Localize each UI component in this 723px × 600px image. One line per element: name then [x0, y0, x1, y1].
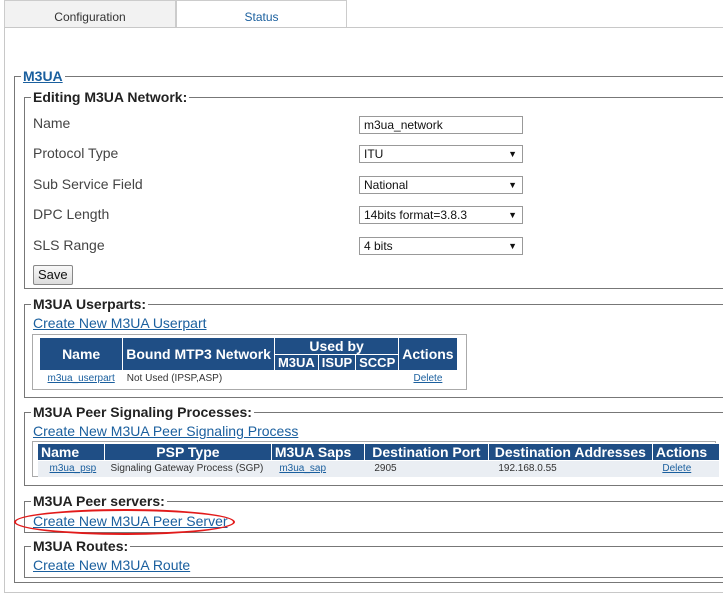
col-header-destination-port: Destination Port: [363, 443, 489, 461]
name-label: Name: [33, 115, 71, 131]
psp-sap-link[interactable]: m3ua_sap: [279, 463, 326, 474]
dropdown-arrow-icon: ▼: [508, 180, 517, 190]
psp-address-cell: 192.168.0.55: [488, 460, 653, 477]
create-psp-link[interactable]: Create New M3UA Peer Signaling Process: [33, 423, 298, 439]
psp-legend: M3UA Peer Signaling Processes:: [33, 404, 252, 420]
sls-range-label: SLS Range: [33, 237, 105, 253]
userpart-name-link[interactable]: m3ua_userpart: [48, 373, 115, 384]
protocol-type-label: Protocol Type: [33, 145, 119, 161]
col-header-m3ua-saps: M3UA Saps: [270, 443, 365, 461]
psp-port-cell: 2905: [364, 460, 489, 477]
col-header-actions: Actions: [651, 443, 720, 461]
userparts-legend: M3UA Userparts:: [33, 296, 147, 312]
protocol-type-select[interactable]: ITU ▼: [359, 145, 523, 163]
table-row: m3ua_userpart Not Used (IPSP,ASP) Delete: [39, 370, 458, 387]
dpc-length-value: 14bits format=3.8.3: [364, 208, 468, 222]
col-header-isup: ISUP: [317, 354, 357, 371]
col-header-sccp: SCCP: [355, 354, 400, 371]
routes-legend: M3UA Routes:: [33, 538, 129, 554]
network-legend: Editing M3UA Network:: [33, 89, 188, 105]
col-header-m3ua: M3UA: [273, 354, 319, 371]
col-header-name: Name: [38, 337, 124, 371]
dpc-length-label: DPC Length: [33, 206, 110, 222]
col-header-psp-type: PSP Type: [104, 443, 272, 461]
tab-configuration[interactable]: Configuration: [4, 0, 176, 28]
save-button[interactable]: Save: [33, 265, 73, 285]
dropdown-arrow-icon: ▼: [508, 241, 517, 251]
col-header-actions: Actions: [398, 337, 458, 371]
create-userpart-link[interactable]: Create New M3UA Userpart: [33, 315, 207, 331]
psp-delete-link[interactable]: Delete: [662, 463, 691, 474]
m3ua-legend[interactable]: M3UA: [21, 68, 65, 84]
psp-type-cell: Signaling Gateway Process (SGP): [104, 460, 272, 477]
create-route-link[interactable]: Create New M3UA Route: [33, 557, 190, 573]
col-header-bound-mtp3: Bound MTP3 Network: [122, 337, 275, 371]
psp-table: Name PSP Type M3UA Saps Destination Port…: [37, 443, 720, 477]
userpart-bound-cell: Not Used (IPSP,ASP): [122, 370, 399, 387]
dropdown-arrow-icon: ▼: [508, 149, 517, 159]
table-row: m3ua_psp Signaling Gateway Process (SGP)…: [37, 460, 720, 477]
col-header-destination-addresses: Destination Addresses: [487, 443, 653, 461]
sls-range-value: 4 bits: [364, 239, 393, 253]
col-header-used-by: Used by: [273, 337, 400, 355]
col-header-name: Name: [37, 443, 105, 461]
sub-service-field-value: National: [364, 178, 409, 192]
sls-range-select[interactable]: 4 bits ▼: [359, 237, 523, 255]
name-input[interactable]: m3ua_network: [359, 116, 523, 134]
dropdown-arrow-icon: ▼: [508, 210, 517, 220]
sub-service-field-label: Sub Service Field: [33, 176, 143, 192]
sub-service-field-select[interactable]: National ▼: [359, 176, 523, 194]
highlight-circle: [14, 509, 235, 535]
userparts-table: Name Bound MTP3 Network Used by Actions …: [38, 337, 458, 387]
peer-servers-legend: M3UA Peer servers:: [33, 493, 165, 509]
dpc-length-select[interactable]: 14bits format=3.8.3 ▼: [359, 206, 523, 224]
psp-name-link[interactable]: m3ua_psp: [50, 463, 97, 474]
tab-status[interactable]: Status: [176, 0, 347, 28]
userpart-delete-link[interactable]: Delete: [413, 373, 442, 384]
protocol-type-value: ITU: [364, 147, 384, 161]
